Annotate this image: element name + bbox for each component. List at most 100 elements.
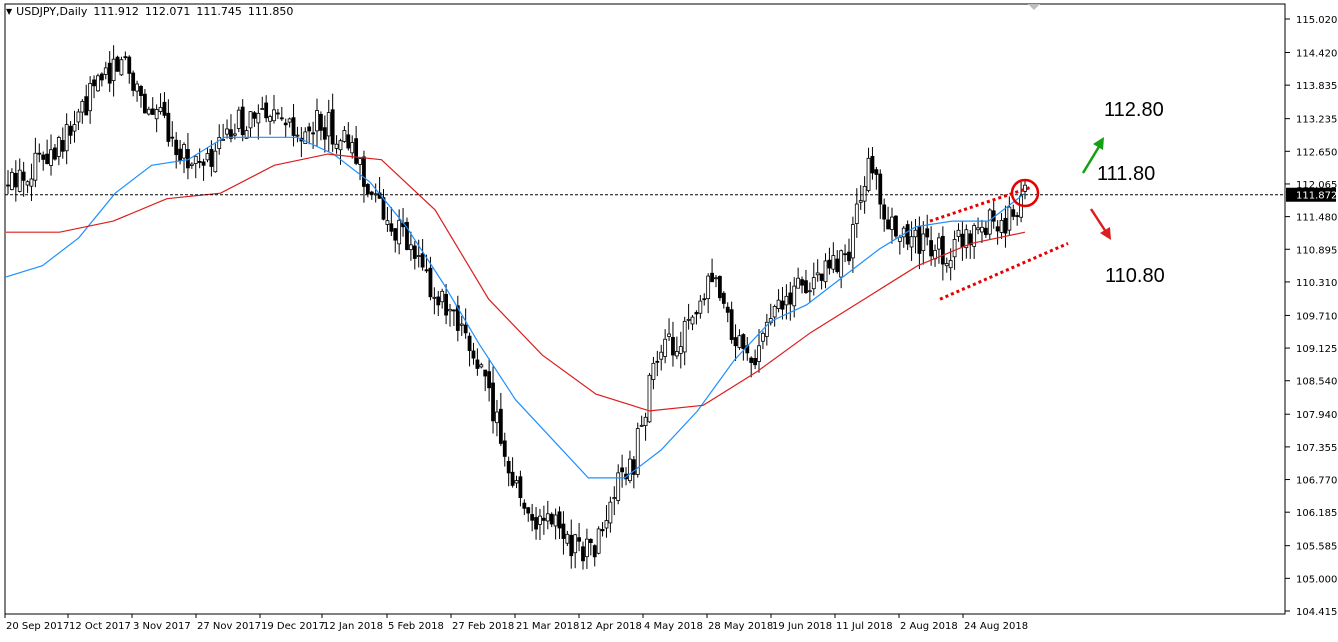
slow-ma-line xyxy=(6,153,1026,412)
y-tick-label: 113.235 xyxy=(1296,115,1337,126)
candle-body xyxy=(534,517,538,530)
candle-body xyxy=(948,260,953,269)
candle-body xyxy=(420,253,425,268)
upper-target-label: 112.80 xyxy=(1104,99,1164,121)
candle-body xyxy=(886,219,890,230)
x-tick-label: 27 Feb 2018 xyxy=(452,621,514,632)
candle-body xyxy=(620,467,625,473)
candle-body xyxy=(37,152,42,155)
candle-body xyxy=(209,148,214,167)
x-tick-label: 2 Aug 2018 xyxy=(900,621,958,632)
candle-body xyxy=(319,114,323,131)
candle-body xyxy=(506,461,511,474)
candle-body xyxy=(162,101,167,116)
candle-body xyxy=(467,335,472,351)
candle-body xyxy=(326,112,331,137)
candle-body xyxy=(487,371,492,389)
candle-body xyxy=(976,227,980,231)
dropdown-triangle-icon[interactable]: ▼ xyxy=(6,7,12,16)
candle-body xyxy=(60,140,65,152)
candle-body xyxy=(393,228,398,241)
candle-body xyxy=(643,416,648,427)
candle-body xyxy=(49,149,53,166)
candle-body xyxy=(260,108,265,110)
candle-body xyxy=(295,134,300,137)
candle-body xyxy=(1011,209,1016,217)
candle-body xyxy=(698,300,703,314)
candle-body xyxy=(718,276,722,299)
y-tick-label: 114.420 xyxy=(1296,48,1337,59)
candle-body xyxy=(182,144,186,159)
candle-body xyxy=(80,101,85,113)
candle-body xyxy=(29,178,34,187)
candle-body xyxy=(588,538,593,544)
current-price-label: 111.872 xyxy=(1296,191,1337,202)
candle-body xyxy=(1003,217,1008,234)
candle-body xyxy=(514,480,519,484)
candle-body xyxy=(13,173,18,188)
candle-body xyxy=(232,133,237,136)
candle-body xyxy=(952,239,957,258)
candle-body xyxy=(139,85,143,96)
y-tick-label: 109.125 xyxy=(1296,344,1337,355)
candle-body xyxy=(346,134,351,149)
candle-body xyxy=(858,200,863,203)
candle-body xyxy=(983,227,988,235)
x-tick-label: 28 May 2018 xyxy=(708,621,773,632)
candle-body xyxy=(10,171,14,190)
candle-body xyxy=(995,226,1000,232)
candle-body xyxy=(342,130,347,142)
x-tick-label: 3 Nov 2017 xyxy=(133,621,191,632)
y-tick-label: 109.710 xyxy=(1296,311,1337,322)
candle-body xyxy=(538,515,542,525)
candle-body xyxy=(843,253,847,256)
candle-body xyxy=(76,111,81,123)
y-tick-label: 107.355 xyxy=(1296,443,1337,454)
candle-body xyxy=(921,233,926,251)
chart-area: 115.020 114.420 113.835 113.235 112.650 112.0… xyxy=(0,0,1338,638)
y-tick-label: 105.000 xyxy=(1296,574,1337,585)
candle-body xyxy=(651,362,656,380)
candle-body xyxy=(761,333,765,342)
candle-body xyxy=(850,224,855,259)
candle-body xyxy=(980,226,984,233)
y-tick-label: 110.895 xyxy=(1296,245,1337,256)
candle-body xyxy=(565,533,570,544)
candle-body xyxy=(510,471,515,486)
candle-body xyxy=(127,56,132,74)
candle-body xyxy=(256,112,261,124)
candle-body xyxy=(330,109,335,145)
candle-body xyxy=(592,545,597,558)
candle-body xyxy=(88,83,93,112)
candle-body xyxy=(541,517,546,521)
candle-body xyxy=(264,102,269,119)
candle-body xyxy=(131,72,136,91)
candle-body xyxy=(483,369,488,377)
x-tick-label: 5 Feb 2018 xyxy=(388,621,444,632)
candle-body xyxy=(557,511,562,529)
candle-body xyxy=(217,137,222,149)
candle-body xyxy=(107,62,112,84)
candle-body xyxy=(189,163,194,166)
open-value: 111.912 xyxy=(93,5,139,18)
candle-body xyxy=(913,229,918,238)
candle-body xyxy=(498,408,503,444)
candle-body xyxy=(99,73,104,81)
candle-body xyxy=(714,277,718,280)
candle-body xyxy=(225,128,229,135)
plot-frame xyxy=(4,3,1286,615)
candle-body xyxy=(6,184,10,187)
candle-body xyxy=(737,335,742,348)
candle-body xyxy=(937,237,941,250)
candle-body xyxy=(166,112,171,142)
candle-body xyxy=(905,224,910,245)
candle-body xyxy=(894,215,898,237)
candle-body xyxy=(530,514,535,521)
candle-body xyxy=(221,139,226,141)
candlesticks xyxy=(6,45,1027,570)
candle-body xyxy=(291,117,296,136)
candle-body xyxy=(440,290,445,303)
candle-body xyxy=(205,153,210,161)
candle-body xyxy=(389,223,394,232)
candle-body xyxy=(502,440,507,457)
